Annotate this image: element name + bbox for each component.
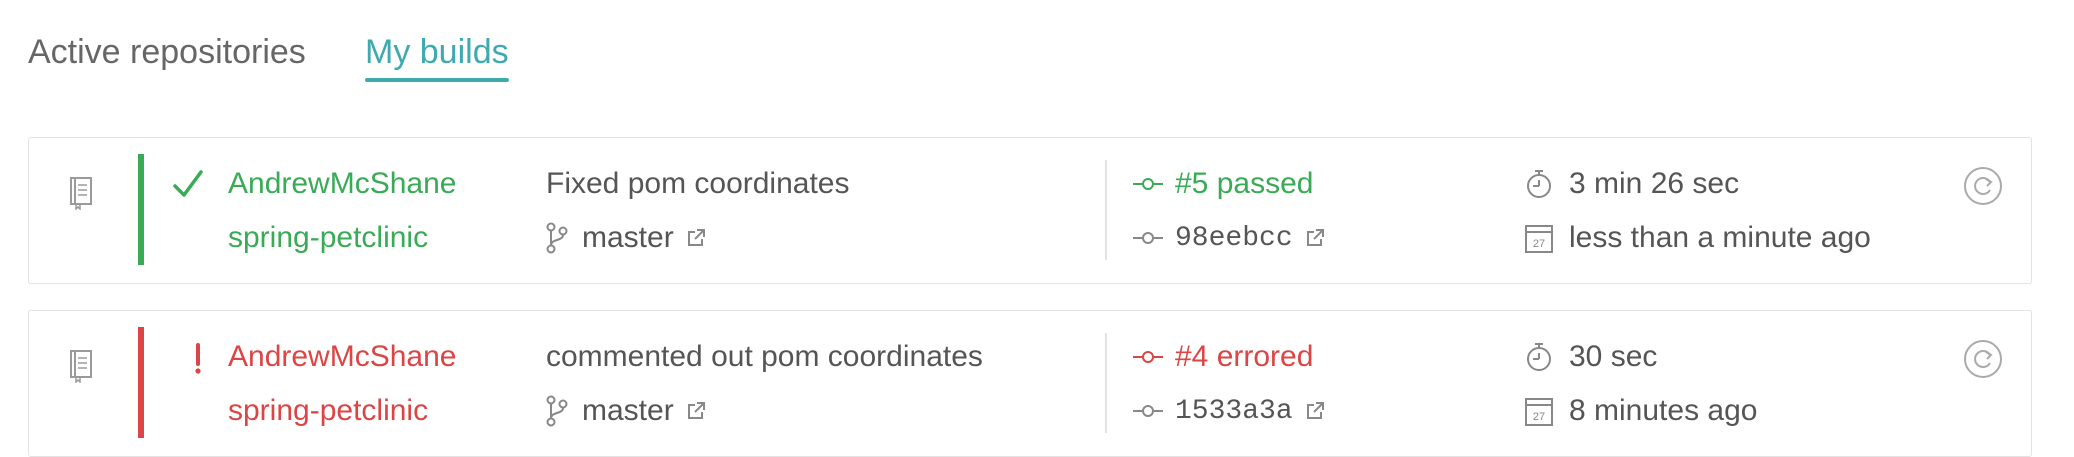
external-link-icon[interactable] — [1305, 401, 1325, 421]
build-finished: 27 less than a minute ago — [1525, 218, 1871, 258]
commit-icon — [1133, 178, 1163, 190]
calendar-icon: 27 — [1525, 398, 1553, 426]
build-status-text: #4 errored — [1175, 340, 1314, 373]
build-duration: 3 min 26 sec — [1525, 164, 1739, 204]
build-card: AndrewMcShane spring-petclinic Fixed pom… — [28, 137, 2032, 284]
active-tab-underline — [365, 78, 509, 82]
commit-icon — [1133, 405, 1163, 417]
tab-active-repositories[interactable]: Active repositories — [28, 28, 306, 76]
build-card: AndrewMcShane spring-petclinic commented… — [28, 310, 2032, 457]
build-number-link[interactable]: #4 errored — [1133, 337, 1313, 377]
repo-name-link[interactable]: spring-petclinic — [228, 391, 428, 431]
svg-text:27: 27 — [1533, 238, 1545, 250]
finished-text: 8 minutes ago — [1569, 394, 1758, 427]
tab-my-builds-label: My builds — [365, 33, 509, 71]
build-duration: 30 sec — [1525, 337, 1657, 377]
commit-link[interactable]: 98eebcc — [1133, 218, 1337, 258]
branch-name: master — [582, 221, 674, 254]
branch-link[interactable]: master — [546, 391, 720, 431]
commit-icon — [1133, 232, 1163, 244]
commit-sha: 98eebcc — [1175, 222, 1293, 254]
commit-link[interactable]: 1533a3a — [1133, 391, 1337, 431]
commit-message: Fixed pom coordinates — [546, 167, 850, 200]
commit-message: commented out pom coordinates — [546, 340, 983, 373]
divider — [1105, 160, 1107, 260]
tab-my-builds[interactable]: My builds — [365, 28, 509, 82]
branch-icon — [546, 395, 568, 427]
commit-icon — [1133, 351, 1163, 363]
build-finished: 27 8 minutes ago — [1525, 391, 1757, 431]
branch-link[interactable]: master — [546, 218, 720, 258]
calendar-icon: 27 — [1525, 225, 1553, 253]
divider — [1105, 333, 1107, 433]
external-link-icon[interactable] — [686, 401, 706, 421]
status-bar-errored — [138, 327, 144, 438]
commit-sha: 1533a3a — [1175, 395, 1293, 427]
repo-icon — [70, 177, 92, 210]
repo-owner-link[interactable]: AndrewMcShane — [228, 164, 456, 204]
stopwatch-icon — [1527, 170, 1551, 198]
branch-name: master — [582, 394, 674, 427]
stopwatch-icon — [1527, 343, 1551, 371]
build-number-link[interactable]: #5 passed — [1133, 164, 1313, 204]
finished-text: less than a minute ago — [1569, 221, 1871, 254]
branch-icon — [546, 222, 568, 254]
duration-text: 30 sec — [1569, 340, 1658, 373]
repo-name-link[interactable]: spring-petclinic — [228, 218, 428, 258]
repo-icon — [70, 350, 92, 383]
build-status-text: #5 passed — [1175, 167, 1314, 200]
exclamation-icon — [195, 343, 201, 374]
external-link-icon[interactable] — [1305, 228, 1325, 248]
svg-text:27: 27 — [1533, 411, 1545, 423]
duration-text: 3 min 26 sec — [1569, 167, 1740, 200]
restart-icon[interactable] — [1963, 339, 2003, 379]
restart-icon[interactable] — [1963, 166, 2003, 206]
check-icon — [173, 170, 203, 197]
repo-owner-link[interactable]: AndrewMcShane — [228, 337, 456, 377]
status-bar-passed — [138, 154, 144, 265]
external-link-icon[interactable] — [686, 228, 706, 248]
